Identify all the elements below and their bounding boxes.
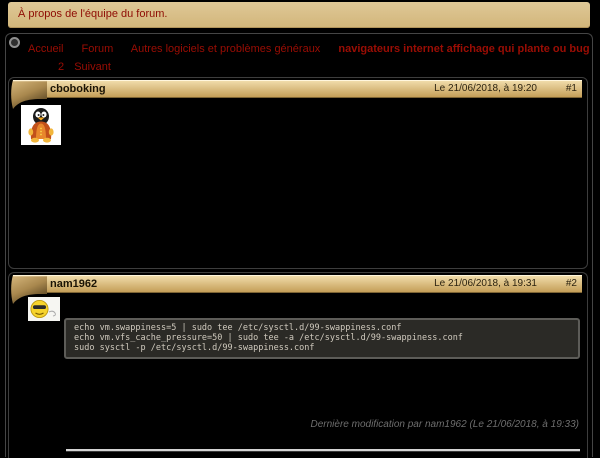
code-block: echo vm.swappiness=5 | sudo tee /etc/sys… bbox=[64, 318, 580, 359]
tux-penguin-icon bbox=[21, 105, 61, 145]
post-1-permalink[interactable]: #1 bbox=[566, 83, 577, 94]
post-1-header: cboboking Le 21/06/2018, à 19:20 #1 bbox=[9, 80, 587, 110]
last-edited-note: Dernière modification par nam1962 (Le 21… bbox=[310, 419, 579, 430]
breadcrumb-category[interactable]: Autres logiciels et problèmes généraux bbox=[131, 43, 321, 55]
code-line: sudo sysctl -p /etc/sysctl.d/99-swappine… bbox=[74, 344, 570, 354]
tux-penguin-avatar bbox=[21, 105, 61, 145]
post-1-author: cboboking bbox=[50, 83, 106, 95]
feed-circle-icon[interactable] bbox=[9, 37, 20, 48]
signature-divider bbox=[66, 449, 580, 451]
pagination-next[interactable]: Suivant bbox=[74, 61, 111, 73]
post-1: cboboking Le 21/06/2018, à 19:20 #1 bbox=[8, 77, 588, 269]
breadcrumb: Accueil Forum Autres logiciels et problè… bbox=[28, 43, 590, 55]
post-2: nam1962 Le 21/06/2018, à 19:31 #2 echo v… bbox=[8, 272, 588, 458]
post-2-date: Le 21/06/2018, à 19:31 bbox=[434, 278, 537, 289]
announcement-banner: À propos de l'équipe du forum. bbox=[8, 2, 590, 28]
post-1-date: Le 21/06/2018, à 19:20 bbox=[434, 83, 537, 94]
pagination: 2 Suivant bbox=[58, 61, 118, 73]
topic-panel: Accueil Forum Autres logiciels et problè… bbox=[5, 33, 593, 457]
post-2-header: nam1962 Le 21/06/2018, à 19:31 #2 bbox=[9, 275, 587, 305]
announcement-link[interactable]: À propos de l'équipe du forum. bbox=[8, 2, 590, 26]
page-fold-icon bbox=[10, 80, 47, 110]
breadcrumb-accueil[interactable]: Accueil bbox=[28, 43, 63, 55]
breadcrumb-topic-title: navigateurs internet affichage qui plant… bbox=[338, 43, 589, 55]
post-2-author: nam1962 bbox=[50, 278, 97, 290]
page-fold-icon bbox=[10, 275, 47, 305]
pagination-page-2[interactable]: 2 bbox=[58, 61, 64, 73]
post-2-permalink[interactable]: #2 bbox=[566, 278, 577, 289]
breadcrumb-forum[interactable]: Forum bbox=[82, 43, 114, 55]
